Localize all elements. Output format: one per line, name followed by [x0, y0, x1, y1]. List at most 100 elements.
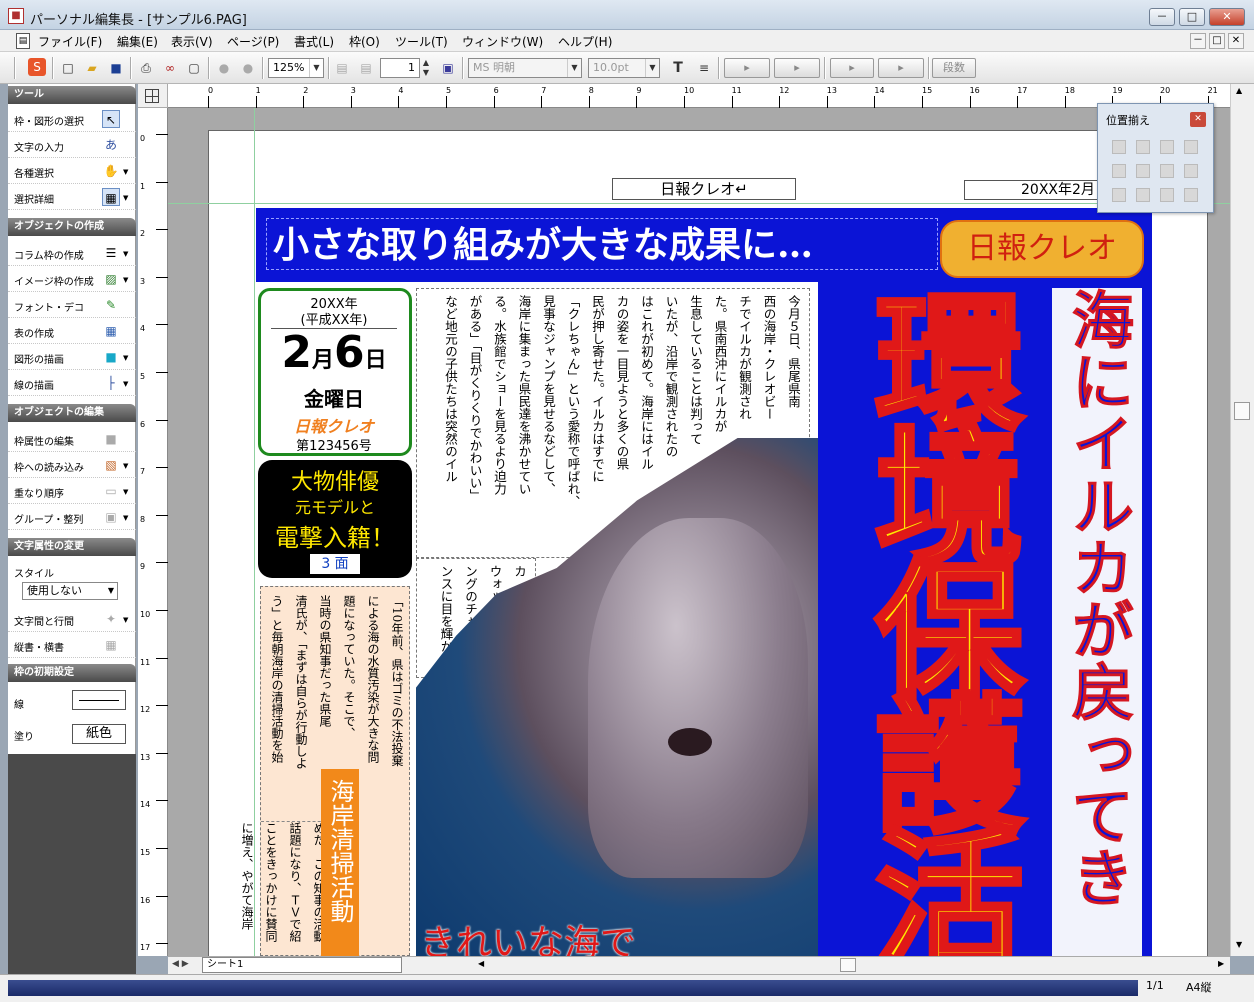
tool-column-frame[interactable]: コラム枠の作成 ☰ ▼ — [8, 240, 136, 266]
menu-format[interactable]: 書式(L) — [294, 33, 334, 50]
columns-button[interactable]: 段数 — [932, 58, 976, 78]
align-center-icon[interactable]: ≡ — [694, 58, 714, 78]
headline-text[interactable]: 小さな取り組みが大きな成果に… — [266, 218, 938, 270]
tool-order[interactable]: 重なり順序 ▭ ▼ — [8, 478, 136, 504]
align-panel-close-icon[interactable]: ✕ — [1190, 112, 1206, 127]
font-select[interactable]: MS 明朝 ▼ — [468, 58, 582, 78]
tool-vertical[interactable]: 縦書・横書 ▦ — [8, 632, 136, 658]
align-panel[interactable]: 位置揃え ✕ — [1097, 103, 1214, 213]
photo-caption[interactable]: きれいな海で — [420, 914, 808, 956]
vertical-scrollbar[interactable]: ▲ ▼ — [1230, 84, 1254, 956]
tool-select-detail[interactable]: 選択詳細 ▦ ▼ — [8, 184, 136, 210]
menu-view[interactable]: 表示(V) — [171, 33, 213, 50]
tool-shape[interactable]: 図形の描画 ■ ▼ — [8, 344, 136, 370]
horizontal-scrollbar[interactable]: ◀ ▶ シート1 ◀ ▶ — [168, 956, 1230, 974]
app-menu-icon[interactable]: S — [28, 58, 46, 76]
style-select[interactable]: 使用しない ▼ — [22, 582, 118, 600]
newspaper-logo[interactable]: 日報クレオ — [940, 220, 1144, 278]
next-page-icon[interactable]: ▤ — [356, 58, 376, 78]
align-justify-top-icon[interactable] — [1184, 140, 1198, 154]
ad-box[interactable]: 大物俳優 元モデルと 電撃入籍！ 3 面 — [258, 460, 412, 578]
page-spinner-icon[interactable]: ▲ ▼ — [420, 58, 432, 78]
align-justify-middle-icon[interactable] — [1184, 164, 1198, 178]
find-icon[interactable]: ∞ — [160, 58, 180, 78]
preview-icon[interactable]: ▢ — [184, 58, 204, 78]
document-canvas[interactable]: 日報クレオ↵ 20XX年2月 小さな取り組みが大きな成果に… 日報クレオ 20X… — [168, 108, 1230, 956]
headline-banner[interactable]: 小さな取り組みが大きな成果に… 日報クレオ — [256, 208, 1152, 282]
menu-edit[interactable]: 編集(E) — [117, 33, 158, 50]
ruler-mark: 10 — [140, 610, 151, 619]
undo-icon[interactable]: ● — [214, 58, 234, 78]
sheet-prev-icon[interactable]: ◀ ▶ — [172, 959, 189, 969]
tool-text-input[interactable]: 文字の入力あ — [8, 132, 136, 158]
sheet-tab[interactable]: シート1 — [202, 957, 402, 973]
arrow-style-select[interactable]: ▸ — [774, 58, 820, 78]
menu-window[interactable]: ウィンドウ(W) — [462, 33, 543, 50]
align-left-top-icon[interactable] — [1112, 140, 1126, 154]
close-button[interactable]: ✕ — [1209, 8, 1245, 26]
align-right-middle-icon[interactable] — [1160, 164, 1174, 178]
tool-font-deco[interactable]: フォント・デコ ✎ — [8, 292, 136, 318]
line-style-select[interactable]: ▸ — [724, 58, 770, 78]
scroll-thumb[interactable] — [1234, 402, 1250, 420]
mdi-minimize-button[interactable]: － — [1190, 33, 1206, 49]
tool-frame-load[interactable]: 枠への読み込み ▧ ▼ — [8, 452, 136, 478]
align-right-top-icon[interactable] — [1160, 140, 1174, 154]
date-paper-name: 日報クレオ — [293, 417, 374, 436]
open-folder-icon[interactable]: ▰ — [82, 58, 102, 78]
align-center-top-icon[interactable] — [1136, 140, 1150, 154]
tool-group[interactable]: グループ・整列 ▣ ▼ — [8, 504, 136, 530]
date-box[interactable]: 20XX年 (平成XX年) 2月6日 金曜日 日報クレオ 第123456号 — [258, 288, 412, 456]
minimize-button[interactable]: － — [1149, 8, 1175, 26]
scroll-up-icon[interactable]: ▲ — [1236, 86, 1242, 95]
zoom-select[interactable]: 125% ▼ — [268, 58, 324, 78]
tool-frame-attr[interactable]: 枠属性の編集 ■ — [8, 426, 136, 452]
tool-various-select[interactable]: 各種選択 ✋ ▼ — [8, 158, 136, 184]
tool-line[interactable]: 線の描画 ├ ▼ — [8, 370, 136, 396]
line-dash-select[interactable]: ▸ — [878, 58, 924, 78]
align-left-bottom-icon[interactable] — [1112, 188, 1126, 202]
fill-color-box[interactable]: 紙色 — [72, 724, 126, 744]
align-right-bottom-icon[interactable] — [1160, 188, 1174, 202]
menu-page[interactable]: ページ(P) — [227, 33, 279, 50]
prev-page-icon[interactable]: ▤ — [332, 58, 352, 78]
tool-spacing[interactable]: 文字間と行間 ✦ ▼ — [8, 606, 136, 632]
align-center-bottom-icon[interactable] — [1136, 188, 1150, 202]
mdi-close-button[interactable]: ✕ — [1228, 33, 1244, 49]
align-left-middle-icon[interactable] — [1112, 164, 1126, 178]
ruler-corner[interactable] — [138, 84, 168, 108]
menu-tools[interactable]: ツール(T) — [395, 33, 448, 50]
hscroll-thumb[interactable] — [840, 958, 856, 972]
scroll-left-icon[interactable]: ◀ — [478, 959, 484, 968]
line-style-box[interactable] — [72, 690, 126, 710]
feature-title-panel[interactable]: 環境保護活 海にイルカが戻ってき — [818, 282, 1152, 956]
scroll-right-icon[interactable]: ▶ — [1218, 959, 1224, 968]
page-number-field[interactable]: 1 — [380, 58, 420, 78]
font-size-select[interactable]: 10.0pt ▼ — [588, 58, 660, 78]
ruler-tick — [350, 96, 352, 108]
tool-image-frame[interactable]: イメージ枠の作成 ▨ ▼ — [8, 266, 136, 292]
menu-help[interactable]: ヘルプ(H) — [558, 33, 612, 50]
mdi-restore-button[interactable]: □ — [1209, 33, 1225, 49]
align-center-middle-icon[interactable] — [1136, 164, 1150, 178]
save-icon[interactable]: ■ — [106, 58, 126, 78]
title-bar: ■ パーソナル編集長 - [サンプル6.PAG] － □ ✕ — [0, 0, 1254, 30]
menu-file[interactable]: ファイル(F) — [38, 33, 102, 50]
align-justify-bottom-icon[interactable] — [1184, 188, 1198, 202]
menu-frame[interactable]: 枠(O) — [349, 33, 380, 50]
page-setup-icon[interactable]: ▣ — [438, 58, 458, 78]
horizontal-ruler[interactable]: 0 1 2 3 4 5 6 7 8 9 10 11 12 13 14 15 16 17 18 19 20 21 — [168, 84, 1230, 108]
maximize-button[interactable]: □ — [1179, 8, 1205, 26]
new-document-icon[interactable]: □ — [58, 58, 78, 78]
tool-table[interactable]: 表の作成 ▦ — [8, 318, 136, 344]
print-icon[interactable]: ⎙ — [136, 58, 156, 78]
header-newspaper-name[interactable]: 日報クレオ↵ — [612, 178, 796, 200]
bold-icon[interactable]: T — [668, 58, 688, 78]
scroll-down-icon[interactable]: ▼ — [1236, 940, 1242, 949]
left-article-box[interactable]: 「10年前、県はゴミの不法投棄 による海の水質汚染が大きな問 題になっていた。そこで… — [240, 586, 410, 956]
tool-select-frame[interactable]: 枠・図形の選択 ↖ — [8, 106, 136, 132]
vertical-ruler[interactable]: 0 1 2 3 4 5 6 7 8 9 10 11 12 13 14 15 16 17 — [138, 108, 168, 956]
redo-icon[interactable]: ● — [238, 58, 258, 78]
header-date[interactable]: 20XX年2月 — [964, 180, 1104, 200]
line-pattern-select[interactable]: ▸ — [830, 58, 874, 78]
